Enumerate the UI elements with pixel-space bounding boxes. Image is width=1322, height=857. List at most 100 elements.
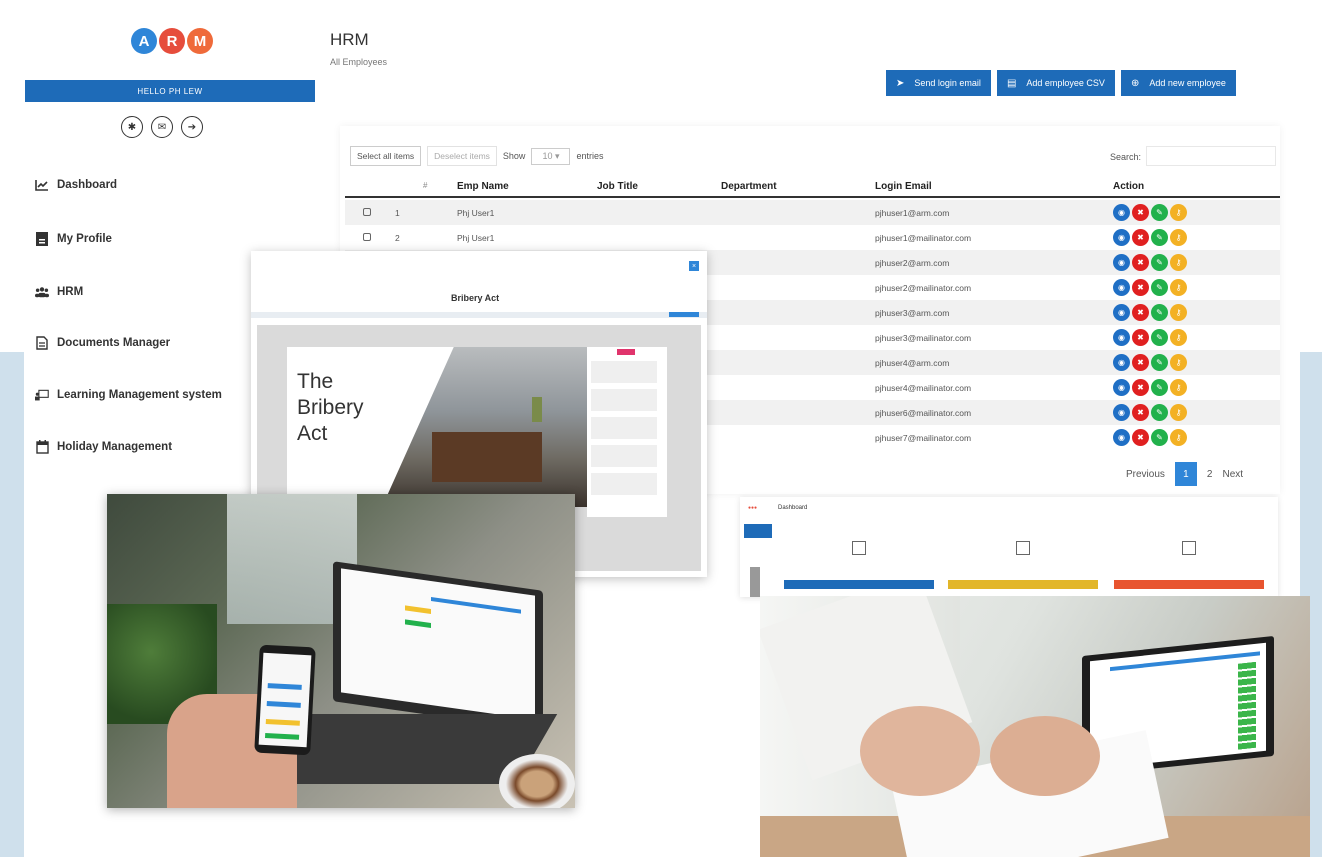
view-icon[interactable]: ◉ [1113,254,1130,271]
key-icon[interactable]: ⚷ [1170,204,1187,221]
delete-icon[interactable]: ✖ [1132,429,1149,446]
send-login-email-button[interactable]: ➤ Send login email [886,70,991,96]
delete-icon[interactable]: ✖ [1132,254,1149,271]
page-2-button[interactable]: 2 [1207,469,1213,480]
delete-icon[interactable]: ✖ [1132,204,1149,221]
edit-icon[interactable]: ✎ [1151,379,1168,396]
sidebar-item-my-profile[interactable]: My Profile [35,232,112,246]
delete-icon[interactable]: ✖ [1132,279,1149,296]
logout-icon[interactable]: ➔ [181,116,203,138]
view-icon[interactable]: ◉ [1113,229,1130,246]
column-header-login-email[interactable]: Login Email [875,181,932,192]
key-icon[interactable]: ⚷ [1170,379,1187,396]
view-icon[interactable]: ◉ [1113,329,1130,346]
next-page-button[interactable]: Next [1222,469,1243,480]
row-number: 2 [395,233,400,243]
key-icon[interactable]: ⚷ [1170,329,1187,346]
sidebar-item-hrm[interactable]: HRM [35,285,83,299]
edit-icon[interactable]: ✎ [1151,304,1168,321]
view-icon[interactable]: ◉ [1113,429,1130,446]
show-label: Show [502,151,526,161]
add-employee-csv-button[interactable]: ▤ Add employee CSV [996,70,1115,96]
screen-header-bar [431,597,521,614]
column-header-job-title[interactable]: Job Title [597,181,638,192]
slide-thumbnail[interactable] [591,361,657,383]
sidebar-item-learning-management[interactable]: Learning Management system [35,388,222,402]
greeting-bar: HELLO PH LEW [25,80,315,102]
arm-logo[interactable]: A R M [131,28,213,54]
view-icon[interactable]: ◉ [1113,204,1130,221]
screen-yellow-bar [405,605,431,615]
add-new-employee-button[interactable]: ⊕ Add new employee [1120,70,1236,96]
slide-thumbnail[interactable] [591,473,657,495]
edit-icon[interactable]: ✎ [1151,229,1168,246]
close-icon[interactable]: × [689,261,699,271]
table-row[interactable]: 1 Phj User1 pjhuser1@arm.com ◉ ✖ ✎ ⚷ [345,200,1280,225]
page-1-button[interactable]: 1 [1174,462,1197,486]
search-input[interactable] [1146,146,1276,166]
previous-page-button[interactable]: Previous [1126,469,1165,480]
gear-icon[interactable]: ✱ [121,116,143,138]
slide-thumbnail[interactable] [591,389,657,411]
view-icon[interactable]: ◉ [1113,279,1130,296]
edit-icon[interactable]: ✎ [1151,254,1168,271]
row-login-email: pjhuser7@mailinator.com [875,433,972,443]
delete-icon[interactable]: ✖ [1132,404,1149,421]
phone-blue-bar [266,701,301,708]
dashboard-module-bar-yellow[interactable] [948,580,1098,589]
key-icon[interactable]: ⚷ [1170,254,1187,271]
column-header-department[interactable]: Department [721,181,777,192]
view-icon[interactable]: ◉ [1113,404,1130,421]
slide-photo-desk [432,432,542,482]
sidebar-item-label: Holiday Management [57,441,173,453]
dashboard-module-bar-blue[interactable] [784,580,934,589]
slide-thumbnail[interactable] [591,417,657,439]
edit-icon[interactable]: ✎ [1151,429,1168,446]
deselect-button[interactable]: Deselect items [427,146,497,166]
row-actions: ◉ ✖ ✎ ⚷ [1113,204,1187,221]
slide-heading-line: The [297,370,334,393]
key-icon[interactable]: ⚷ [1170,229,1187,246]
slide-heading-line: Bribery [297,396,364,419]
view-icon[interactable]: ◉ [1113,354,1130,371]
slide-thumbnail[interactable] [591,445,657,467]
phone-yellow-bar [265,719,300,726]
row-login-email: pjhuser2@mailinator.com [875,283,972,293]
phone-blue-bar [267,683,302,690]
sidebar-item-holiday-management[interactable]: Holiday Management [35,440,172,454]
sidebar-item-dashboard[interactable]: Dashboard [35,178,117,192]
edit-icon[interactable]: ✎ [1151,404,1168,421]
dashboard-module-3 [1114,535,1264,555]
edit-icon[interactable]: ✎ [1151,204,1168,221]
sidebar-item-documents-manager[interactable]: Documents Manager [35,336,170,350]
delete-icon[interactable]: ✖ [1132,379,1149,396]
delete-icon[interactable]: ✖ [1132,304,1149,321]
delete-icon[interactable]: ✖ [1132,354,1149,371]
column-header-emp-name[interactable]: Emp Name [457,181,509,192]
view-icon[interactable]: ◉ [1113,304,1130,321]
key-icon[interactable]: ⚷ [1170,304,1187,321]
row-checkbox[interactable] [363,233,371,241]
view-icon[interactable]: ◉ [1113,379,1130,396]
column-header-action[interactable]: Action [1113,181,1144,192]
table-row[interactable]: 2 Phj User1 pjhuser1@mailinator.com ◉ ✖ ✎ ⚷ [345,225,1280,250]
row-emp-name: Phj User1 [457,233,495,243]
edit-icon[interactable]: ✎ [1151,279,1168,296]
edit-icon[interactable]: ✎ [1151,329,1168,346]
page-size-select[interactable]: 10 ▾ [531,147,571,165]
row-checkbox[interactable] [363,208,371,216]
dashboard-module-bar-red[interactable] [1114,580,1264,589]
delete-icon[interactable]: ✖ [1132,329,1149,346]
select-all-button[interactable]: Select all items [350,146,422,166]
key-icon[interactable]: ⚷ [1170,354,1187,371]
key-icon[interactable]: ⚷ [1170,429,1187,446]
module-icon [1182,541,1196,555]
button-label: Send login email [914,78,981,88]
course-toolbar-button[interactable] [669,312,699,317]
mail-icon[interactable]: ✉ [151,116,173,138]
edit-icon[interactable]: ✎ [1151,354,1168,371]
key-icon[interactable]: ⚷ [1170,404,1187,421]
column-header-number[interactable]: # [423,181,427,190]
key-icon[interactable]: ⚷ [1170,279,1187,296]
delete-icon[interactable]: ✖ [1132,229,1149,246]
